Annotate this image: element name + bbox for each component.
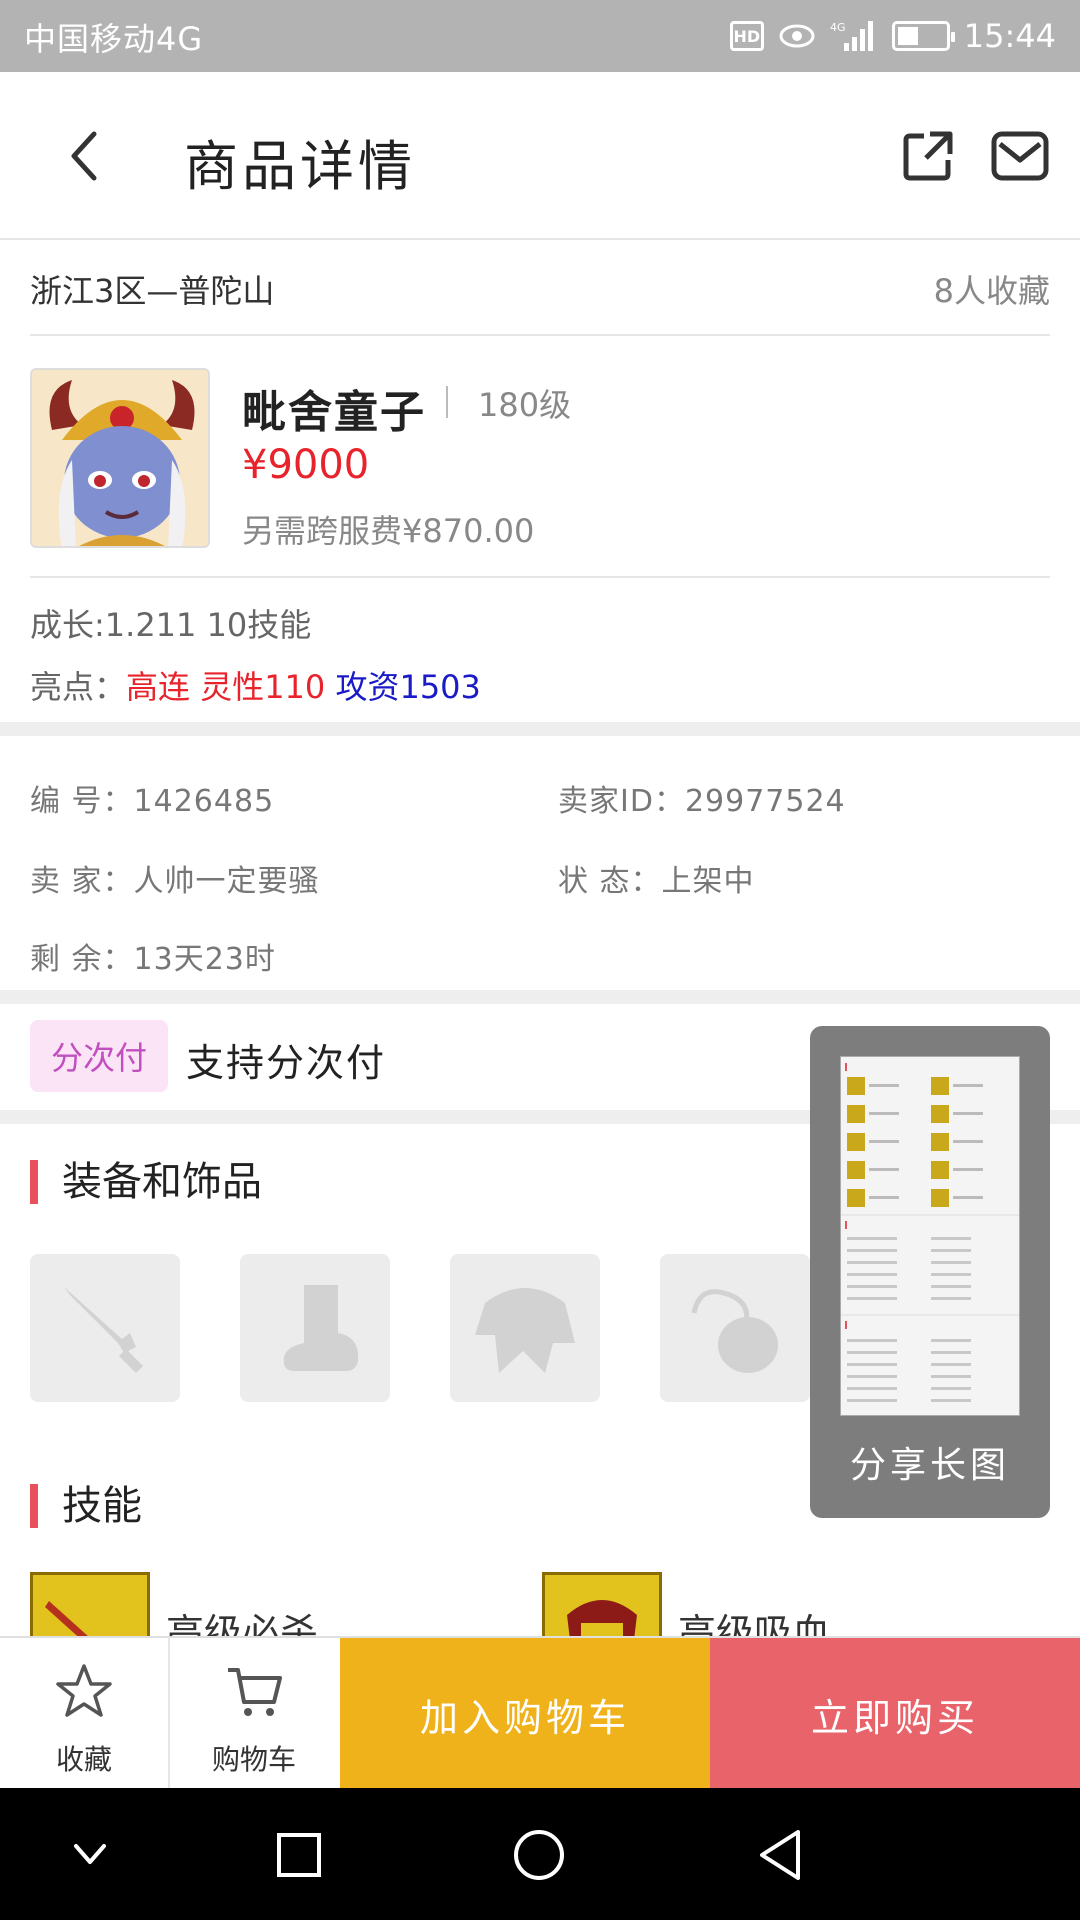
growth-info: 成长:1.211 10技能	[30, 606, 312, 644]
seller-id: 卖家ID：29977524	[558, 776, 846, 820]
star-icon	[56, 1664, 112, 1717]
seller-id-value: 29977524	[684, 784, 846, 819]
carrier-label: 中国移动4G	[24, 20, 204, 58]
mail-icon[interactable]	[990, 128, 1050, 184]
product-card: 毗舍童子 180级 ¥9000 另需跨服费¥870.00	[30, 368, 1050, 578]
necklace-icon	[691, 1289, 778, 1373]
status-bar: 中国移动4G HD 4G 15:44	[0, 0, 1080, 72]
share-icon[interactable]	[900, 128, 956, 184]
cart-icon	[228, 1668, 282, 1716]
skills-section-title: 技能	[30, 1484, 142, 1528]
svg-text:4G: 4G	[830, 21, 846, 34]
signal-icon: 4G	[830, 21, 873, 51]
highlights-label: 亮点：	[30, 668, 127, 706]
highlight-red: 高连 灵性110	[126, 668, 326, 706]
back-icon[interactable]	[56, 124, 116, 188]
favorite-count: 8人收藏	[933, 272, 1050, 310]
battery-icon	[891, 21, 955, 51]
status-icons: HD 4G 15:44	[729, 12, 1056, 60]
equipment-slot-boots[interactable]	[240, 1254, 390, 1402]
section-gap	[0, 990, 1080, 1004]
highlights: 亮点：高连 灵性110 攻资1503	[30, 662, 481, 708]
price: ¥9000	[242, 442, 370, 488]
clock: 15:44	[963, 17, 1056, 55]
installment-text: 支持分次付	[186, 1041, 387, 1085]
seller: 卖 家：人帅一定要骚	[30, 856, 320, 900]
item-id-label: 编 号：	[30, 784, 134, 819]
bottom-action-bar: 收藏 购物车 加入购物车 立即购买	[0, 1636, 1080, 1790]
seller-value: 人帅一定要骚	[133, 864, 320, 899]
divider	[446, 386, 448, 418]
add-to-cart-button[interactable]: 加入购物车	[340, 1638, 710, 1790]
equipment-slot-armor[interactable]	[450, 1254, 600, 1402]
favorite-label: 收藏	[55, 1743, 112, 1776]
hd-icon: HD	[729, 21, 764, 51]
share-long-image-popup[interactable]: 分享长图	[810, 1026, 1050, 1518]
buy-now-button[interactable]: 立即购买	[710, 1638, 1080, 1790]
pet-name: 毗舍童子	[242, 387, 426, 438]
equipment-section-title: 装备和饰品	[30, 1160, 262, 1204]
server-name: 浙江3区—普陀山	[30, 272, 275, 310]
header: 商品详情	[0, 72, 1080, 240]
recent-apps-icon[interactable]	[276, 1832, 322, 1878]
chevron-down-icon[interactable]	[70, 1834, 110, 1874]
favorite-button[interactable]: 收藏	[0, 1638, 168, 1790]
highlight-blue: 攻资1503	[335, 668, 481, 706]
remaining-label: 剩 余：	[30, 942, 134, 977]
cross-server-fee: 另需跨服费¥870.00	[242, 512, 535, 550]
status-value: 上架中	[661, 864, 755, 899]
item-id: 编 号：1426485	[30, 776, 274, 820]
cart-label: 购物车	[211, 1743, 296, 1776]
equipment-slot-necklace[interactable]	[660, 1254, 810, 1402]
share-long-image-label: 分享长图	[849, 1445, 1010, 1486]
equipment-slot-weapon[interactable]	[30, 1254, 180, 1402]
status-label: 状 态：	[558, 864, 662, 899]
cart-button[interactable]: 购物车	[170, 1638, 338, 1790]
installment-tag: 分次付	[30, 1020, 168, 1092]
seller-id-label: 卖家ID：	[558, 784, 685, 819]
long-image-preview	[840, 1056, 1020, 1416]
section-gap	[0, 722, 1080, 736]
pet-avatar[interactable]	[30, 368, 210, 548]
page-title: 商品详情	[184, 135, 416, 198]
system-navigation-bar	[0, 1788, 1080, 1920]
seller-label: 卖 家：	[30, 864, 134, 899]
eye-icon	[779, 24, 815, 48]
server-row: 浙江3区—普陀山 8人收藏	[30, 240, 1050, 336]
pet-avatar-image	[32, 370, 208, 546]
listing-status: 状 态：上架中	[558, 856, 755, 900]
remaining-time: 剩 余：13天23时	[30, 934, 276, 978]
armor-icon	[475, 1288, 575, 1373]
item-id-value: 1426485	[133, 784, 275, 819]
back-triangle-icon[interactable]	[756, 1828, 804, 1882]
home-icon[interactable]	[512, 1828, 566, 1882]
remaining-value: 13天23时	[133, 942, 276, 977]
boot-icon	[283, 1285, 359, 1371]
sword-icon	[64, 1287, 144, 1374]
pet-level: 180级	[478, 386, 572, 424]
